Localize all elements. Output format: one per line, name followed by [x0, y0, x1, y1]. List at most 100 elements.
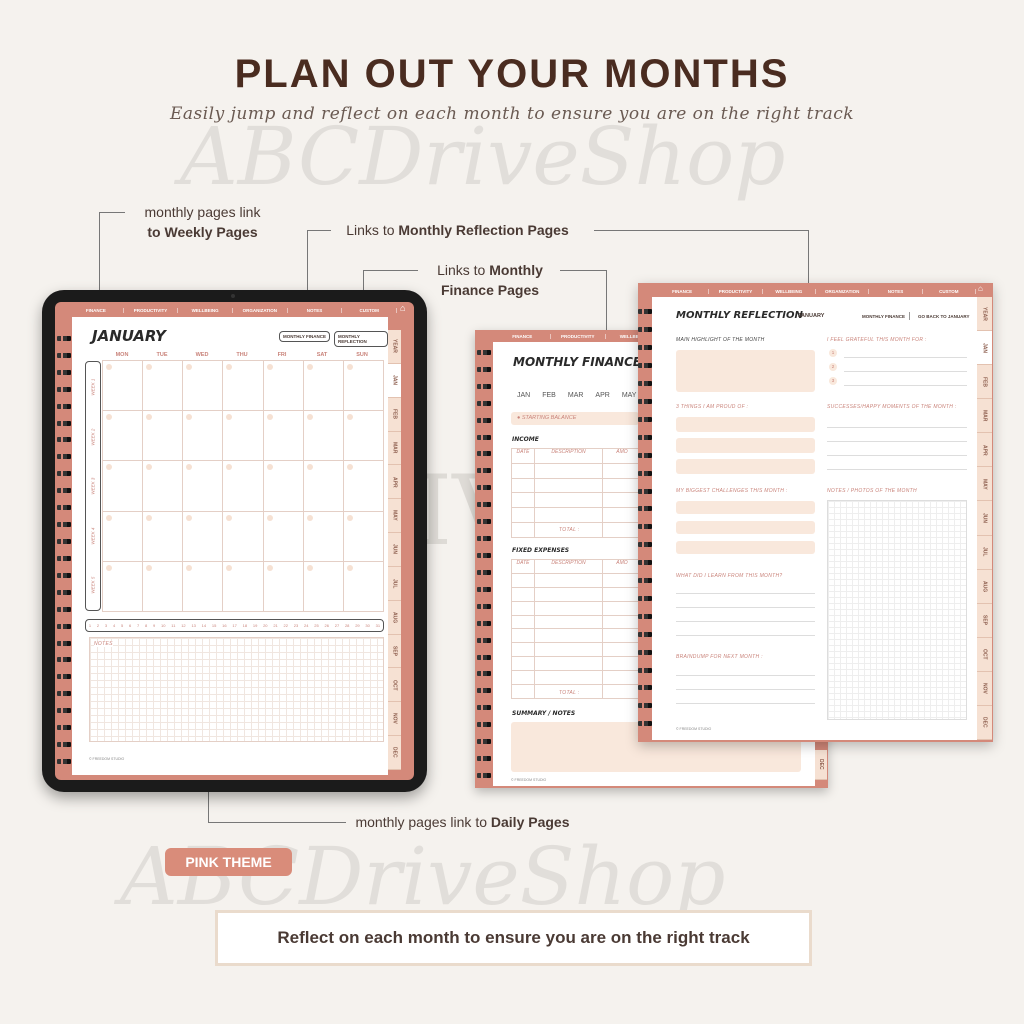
finance-month-link[interactable]: APR [595, 392, 609, 399]
table-cell[interactable] [603, 685, 642, 699]
calendar-day-cell[interactable] [223, 411, 264, 462]
table-cell[interactable] [603, 615, 642, 630]
grateful-line[interactable] [844, 357, 967, 358]
finance-month-link[interactable]: JAN [517, 392, 530, 399]
month-tab-sep[interactable]: SEP [977, 603, 992, 638]
calendar-day-cell[interactable] [143, 461, 184, 512]
highlight-field[interactable] [676, 350, 815, 392]
calendar-day-cell[interactable] [183, 361, 224, 412]
month-tab-may[interactable]: MAY [977, 467, 992, 502]
table-cell[interactable] [603, 478, 642, 494]
nav-tab-notes[interactable]: NOTES [869, 288, 923, 294]
calendar-day-cell[interactable] [263, 561, 304, 612]
finance-month-link[interactable]: MAR [568, 392, 584, 399]
home-icon[interactable]: ⌂ [978, 284, 983, 293]
table-cell[interactable] [603, 657, 642, 672]
calendar-day-cell[interactable] [263, 411, 304, 462]
nav-tab-wellbeing[interactable]: WELLBEING [763, 288, 816, 294]
week-link[interactable]: WEEK 1 [86, 362, 100, 412]
calendar-day-cell[interactable] [183, 411, 224, 462]
month-tab-mar[interactable]: MAR [977, 399, 992, 434]
week-link[interactable]: WEEK 2 [86, 412, 100, 462]
table-cell[interactable] [535, 463, 603, 479]
month-tab-year[interactable]: YEAR [977, 297, 992, 332]
week-link[interactable]: WEEK 4 [86, 511, 100, 561]
calendar-day-cell[interactable] [143, 411, 184, 462]
nav-tab-finance[interactable]: FINANCE [495, 333, 551, 339]
table-cell[interactable] [512, 573, 535, 588]
table-cell[interactable] [535, 629, 603, 644]
daily-link[interactable]: 17 [232, 623, 236, 628]
daily-link[interactable]: 13 [191, 623, 195, 628]
calendar-day-cell[interactable] [103, 411, 144, 462]
calendar-day-cell[interactable] [343, 361, 384, 412]
calendar-day-cell[interactable] [223, 461, 264, 512]
grateful-line[interactable] [844, 371, 967, 372]
nav-tab-productivity[interactable]: PRODUCTIVITY [124, 307, 179, 313]
calendar-day-cell[interactable] [183, 511, 224, 562]
table-cell[interactable] [512, 493, 535, 509]
daily-link[interactable]: 16 [222, 623, 226, 628]
month-tab-dec[interactable]: DEC [388, 736, 401, 770]
calendar-day-cell[interactable] [103, 561, 144, 612]
month-tab-jun[interactable]: JUN [388, 533, 401, 567]
week-link[interactable]: WEEK 5 [86, 560, 100, 610]
calendar-day-cell[interactable] [343, 561, 384, 612]
daily-link[interactable]: 10 [161, 623, 165, 628]
nav-tab-finance[interactable]: FINANCE [69, 307, 124, 313]
table-cell[interactable] [535, 573, 603, 588]
proud-field-3[interactable] [676, 459, 815, 474]
daily-link[interactable]: 27 [335, 623, 339, 628]
daily-link[interactable]: 24 [304, 623, 308, 628]
daily-link[interactable]: 1 [89, 623, 91, 628]
grateful-line[interactable] [844, 385, 967, 386]
calendar-day-cell[interactable] [303, 361, 344, 412]
calendar-day-cell[interactable] [103, 361, 144, 412]
link-monthly-finance[interactable]: MONTHLY FINANCE [862, 314, 905, 319]
month-tab-dec[interactable]: DEC [977, 705, 992, 741]
table-cell[interactable] [603, 493, 642, 509]
table-cell[interactable] [512, 657, 535, 672]
month-tab-jul[interactable]: JUL [388, 566, 401, 601]
table-cell[interactable] [535, 671, 603, 686]
week-link[interactable]: WEEK 3 [86, 461, 100, 511]
monthly-finance-button[interactable]: MONTHLY FINANCE [279, 331, 331, 342]
challenges-field-1[interactable] [676, 501, 815, 514]
month-tab-jan[interactable]: JAN [977, 331, 992, 366]
daily-link[interactable]: 30 [365, 623, 369, 628]
table-cell[interactable] [535, 493, 603, 509]
daily-link[interactable]: 15 [212, 623, 216, 628]
table-cell[interactable] [512, 463, 535, 479]
finance-month-link[interactable]: MAY [622, 392, 637, 399]
daily-link[interactable]: 25 [314, 623, 318, 628]
month-tab-feb[interactable]: FEB [388, 397, 401, 432]
calendar-day-cell[interactable] [223, 361, 264, 412]
table-cell[interactable] [603, 629, 642, 644]
daily-link[interactable]: 21 [273, 623, 277, 628]
starting-balance[interactable]: ● STARTING BALANCE [511, 412, 639, 425]
daily-link[interactable]: 9 [153, 623, 155, 628]
daily-link[interactable]: 19 [253, 623, 257, 628]
table-cell[interactable] [603, 523, 642, 538]
table-cell[interactable] [603, 587, 642, 602]
daily-link[interactable]: 14 [202, 623, 206, 628]
table-cell[interactable] [512, 523, 535, 538]
month-tab-oct[interactable]: OCT [977, 637, 992, 672]
month-tab-jan[interactable]: JAN [388, 363, 401, 398]
table-cell[interactable] [603, 643, 642, 658]
daily-link[interactable]: 18 [243, 623, 247, 628]
daily-link[interactable]: 6 [129, 623, 131, 628]
notes-area[interactable]: NOTES [89, 637, 384, 742]
daily-link[interactable]: 31 [376, 623, 380, 628]
table-cell[interactable] [512, 629, 535, 644]
table-cell[interactable] [512, 478, 535, 494]
calendar-day-cell[interactable] [103, 461, 144, 512]
table-cell[interactable] [512, 508, 535, 524]
calendar-day-cell[interactable] [103, 511, 144, 562]
month-tab-jun[interactable]: JUN [977, 501, 992, 536]
photos-grid-area[interactable] [827, 500, 967, 720]
calendar-day-cell[interactable] [263, 511, 304, 562]
table-cell[interactable] [512, 643, 535, 658]
daily-link[interactable]: 26 [324, 623, 328, 628]
calendar-day-cell[interactable] [143, 511, 184, 562]
